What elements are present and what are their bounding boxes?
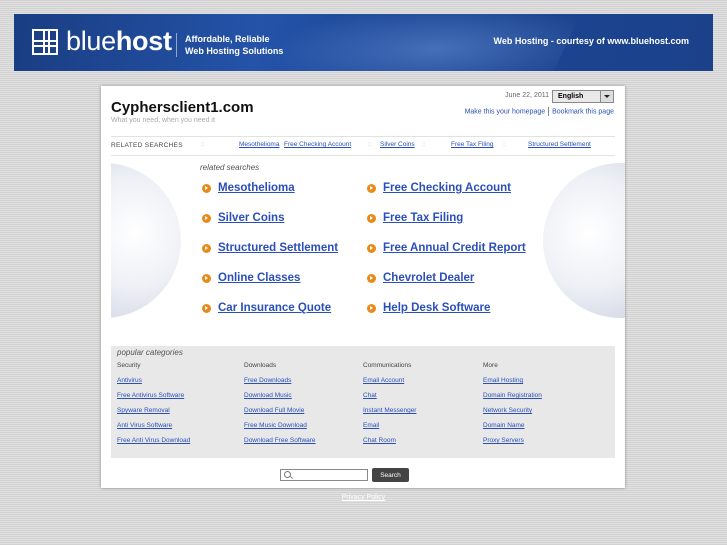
related-search-item[interactable]: Free Tax Filing	[367, 212, 463, 224]
related-searches-bar: RELATED SEARCHES :: Mesothelioma :: Free…	[111, 136, 615, 156]
language-select[interactable]: English	[552, 90, 614, 103]
category-link[interactable]: Proxy Servers	[483, 437, 542, 444]
arrow-right-icon	[202, 213, 211, 223]
category-link[interactable]: Chat Room	[363, 437, 416, 444]
tagline: Affordable, Reliable Web Hosting Solutio…	[176, 33, 283, 57]
bar-separator: ::	[201, 141, 205, 148]
bluehost-logo[interactable]: bluehost	[32, 28, 172, 55]
bookmark-link[interactable]: Bookmark this page	[552, 108, 614, 115]
related-search-link[interactable]: Chevrolet Dealer	[383, 272, 474, 284]
related-bar-link[interactable]: Free Checking Account	[284, 141, 351, 148]
bluehost-grid-icon	[32, 28, 58, 55]
category-link[interactable]: Instant Messenger	[363, 407, 416, 414]
bar-separator: ::	[503, 141, 507, 148]
category-link[interactable]: Email	[363, 422, 416, 429]
bar-separator: ::	[422, 141, 426, 148]
related-search-link[interactable]: Silver Coins	[218, 212, 284, 224]
popular-categories-panel: popular categories Security Antivirus Fr…	[111, 346, 615, 458]
related-search-link[interactable]: Online Classes	[218, 272, 300, 284]
related-search-item[interactable]: Mesothelioma	[202, 182, 295, 194]
globe-graphic-left	[111, 163, 181, 318]
related-search-link[interactable]: Help Desk Software	[383, 302, 490, 314]
category-link[interactable]: Download Full Movie	[244, 407, 316, 414]
related-search-link[interactable]: Structured Settlement	[218, 242, 338, 254]
popular-categories-heading: popular categories	[117, 348, 183, 357]
arrow-right-icon	[367, 213, 376, 223]
privacy-policy-link[interactable]: Privacy Policy	[0, 494, 727, 501]
make-homepage-link[interactable]: Make this your homepage	[465, 108, 546, 115]
globe-graphic-right	[543, 163, 625, 318]
related-bar-link[interactable]: Silver Coins	[380, 141, 415, 148]
related-search-item[interactable]: Structured Settlement	[202, 242, 338, 254]
arrow-right-icon	[202, 303, 211, 313]
arrow-right-icon	[367, 273, 376, 283]
category-link[interactable]: Free Downloads	[244, 377, 316, 384]
language-selected-value: English	[558, 93, 584, 100]
bar-separator: ::	[274, 141, 278, 148]
tagline-line-1: Affordable, Reliable	[185, 34, 270, 44]
related-search-link[interactable]: Free Tax Filing	[383, 212, 463, 224]
bar-separator: ::	[368, 141, 372, 148]
related-search-link[interactable]: Car Insurance Quote	[218, 302, 331, 314]
category-link[interactable]: Domain Registration	[483, 392, 542, 399]
main-card: Cyphersclient1.com What you need, when y…	[101, 86, 625, 488]
related-bar-link[interactable]: Free Tax Filing	[451, 141, 494, 148]
related-bar-label: RELATED SEARCHES	[111, 142, 183, 149]
category-title: Communications	[363, 362, 412, 369]
category-link[interactable]: Email Hosting	[483, 377, 542, 384]
category-link[interactable]: Free Antivirus Software	[117, 392, 190, 399]
category-link[interactable]: Email Account	[363, 377, 416, 384]
category-link[interactable]: Antivirus	[117, 377, 190, 384]
site-title: Cyphersclient1.com	[111, 99, 254, 116]
arrow-right-icon	[202, 243, 211, 253]
category-link[interactable]: Spyware Removal	[117, 407, 190, 414]
arrow-right-icon	[367, 243, 376, 253]
related-bar-link[interactable]: Structured Settlement	[528, 141, 591, 148]
category-link[interactable]: Network Security	[483, 407, 542, 414]
related-search-link[interactable]: Free Annual Credit Report	[383, 242, 526, 254]
category-title: Security	[117, 362, 141, 369]
category-link[interactable]: Download Free Software	[244, 437, 316, 444]
logo-text-light: blue	[66, 26, 116, 56]
search-icon	[284, 471, 291, 478]
category-column-more: More Email Hosting Domain Registration N…	[483, 362, 542, 452]
related-search-link[interactable]: Free Checking Account	[383, 182, 511, 194]
courtesy-text: Web Hosting - courtesy of www.bluehost.c…	[493, 36, 689, 46]
search-input[interactable]	[280, 469, 368, 481]
arrow-right-icon	[367, 303, 376, 313]
category-column-communications: Communications Email Account Chat Instan…	[363, 362, 416, 452]
search-button[interactable]: Search	[372, 468, 409, 482]
category-link[interactable]: Free Anti Virus Download	[117, 437, 190, 444]
related-search-item[interactable]: Silver Coins	[202, 212, 284, 224]
category-column-downloads: Downloads Free Downloads Download Music …	[244, 362, 316, 452]
related-search-item[interactable]: Car Insurance Quote	[202, 302, 331, 314]
related-search-link[interactable]: Mesothelioma	[218, 182, 295, 194]
category-title: More	[483, 362, 498, 369]
site-subtitle: What you need, when you need it	[111, 117, 215, 124]
related-search-item[interactable]: Free Checking Account	[367, 182, 511, 194]
category-link[interactable]: Chat	[363, 392, 416, 399]
related-search-item[interactable]: Free Annual Credit Report	[367, 242, 526, 254]
category-link[interactable]: Anti Virus Software	[117, 422, 190, 429]
link-divider	[548, 107, 550, 116]
related-search-item[interactable]: Help Desk Software	[367, 302, 490, 314]
category-title: Downloads	[244, 362, 277, 369]
arrow-right-icon	[367, 183, 376, 193]
arrow-right-icon	[202, 273, 211, 283]
arrow-right-icon	[202, 183, 211, 193]
logo-text-bold: host	[115, 26, 172, 56]
category-link[interactable]: Free Music Download	[244, 422, 316, 429]
related-search-item[interactable]: Online Classes	[202, 272, 300, 284]
category-link[interactable]: Download Music	[244, 392, 316, 399]
chevron-down-icon	[600, 91, 613, 102]
related-search-item[interactable]: Chevrolet Dealer	[367, 272, 474, 284]
category-column-security: Security Antivirus Free Antivirus Softwa…	[117, 362, 190, 452]
tagline-line-2: Web Hosting Solutions	[185, 46, 284, 56]
header-banner: bluehost Affordable, Reliable Web Hostin…	[14, 14, 713, 71]
top-links: Make this your homepage Bookmark this pag…	[465, 107, 614, 116]
related-searches-heading: related searches	[200, 163, 260, 172]
category-link[interactable]: Domain Name	[483, 422, 542, 429]
date-text: June 22, 2011	[505, 92, 549, 99]
